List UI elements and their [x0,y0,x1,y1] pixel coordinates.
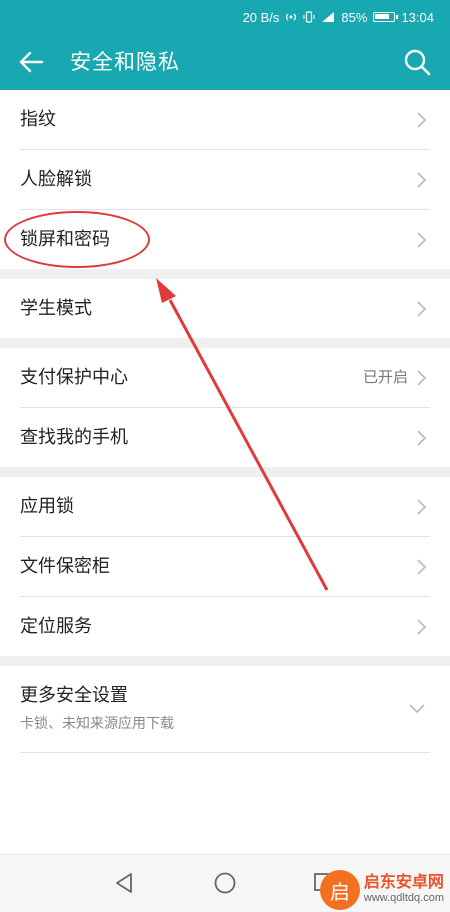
hotspot-icon [286,13,297,21]
setting-row-find-my-phone[interactable]: 查找我的手机 [20,408,430,467]
setting-row-lock-screen-password[interactable]: 锁屏和密码 [20,210,430,269]
setting-row-payment-protection[interactable]: 支付保护中心 已开启 [20,348,430,408]
status-bar: 20 B/s 85% 13:04 [0,0,450,34]
settings-group-more: 更多安全设置 卡锁、未知来源应用下载 [0,666,450,753]
battery-percent: 85% [341,9,368,25]
group-divider [0,338,450,348]
watermark-text: 启东安卓网 www.qdltdq.com [364,873,444,907]
settings-group-apps: 应用锁 文件保密柜 定位服务 [0,477,450,656]
battery-fill [375,14,390,19]
group-divider [0,269,450,279]
vibrate-icon [303,11,315,23]
settings-list: 指纹 人脸解锁 锁屏和密码 学生模式 支付保护中心 已开启 查找我的手机 应用锁… [0,90,450,753]
chevron-right-icon [417,112,427,128]
battery-icon [373,12,399,22]
chevron-right-icon [417,430,427,446]
setting-label: 查找我的手机 [20,427,128,448]
setting-label: 学生模式 [20,298,92,319]
settings-group-protection: 支付保护中心 已开启 查找我的手机 [0,348,450,467]
setting-row-fingerprint[interactable]: 指纹 [20,90,430,150]
status-indicators: 20 B/s 85% 13:04 [243,0,434,34]
network-speed: 20 B/s [242,9,280,25]
settings-group-student: 学生模式 [0,279,450,338]
setting-label: 支付保护中心 [20,367,128,388]
back-arrow-icon[interactable] [16,46,48,78]
signal-icon [322,12,335,22]
system-nav-bar: 启 启东安卓网 www.qdltdq.com [0,854,450,912]
watermark-logo: 启 [319,870,360,910]
setting-row-file-safe[interactable]: 文件保密柜 [20,537,430,597]
nav-home-icon[interactable] [213,871,237,895]
setting-row-location-services[interactable]: 定位服务 [20,597,430,656]
chevron-right-icon [417,559,427,575]
group-divider [0,656,450,666]
chevron-down-icon [409,704,425,714]
nav-back-icon[interactable] [113,871,135,895]
watermark-title: 启东安卓网 [363,872,444,891]
watermark-url: www.qdltdq.com [363,892,444,904]
setting-row-app-lock[interactable]: 应用锁 [20,477,430,537]
setting-label: 定位服务 [20,616,92,637]
chevron-right-icon [417,619,427,635]
settings-group-biometrics: 指纹 人脸解锁 锁屏和密码 [0,90,450,269]
setting-row-student-mode[interactable]: 学生模式 [20,279,430,338]
chevron-right-icon [417,370,427,386]
chevron-right-icon [417,301,427,317]
page-title: 安全和隐私 [70,50,180,74]
setting-label: 更多安全设置 [20,685,128,706]
chevron-right-icon [417,232,427,248]
chevron-right-icon [417,499,427,515]
watermark: 启 启东安卓网 www.qdltdq.com [319,870,444,910]
setting-label: 文件保密柜 [20,556,110,577]
setting-label: 锁屏和密码 [20,229,110,250]
setting-row-more-security[interactable]: 更多安全设置 卡锁、未知来源应用下载 [20,666,430,753]
setting-row-face-unlock[interactable]: 人脸解锁 [20,150,430,210]
setting-status-value: 已开启 [362,368,408,386]
clock: 13:04 [401,9,434,25]
setting-label: 人脸解锁 [20,169,92,190]
search-icon[interactable] [402,47,432,77]
setting-label: 指纹 [20,109,56,130]
group-divider [0,467,450,477]
app-bar: 安全和隐私 [0,34,450,90]
setting-subtitle: 卡锁、未知来源应用下载 [20,716,174,732]
setting-label: 应用锁 [20,496,74,517]
chevron-right-icon [417,172,427,188]
